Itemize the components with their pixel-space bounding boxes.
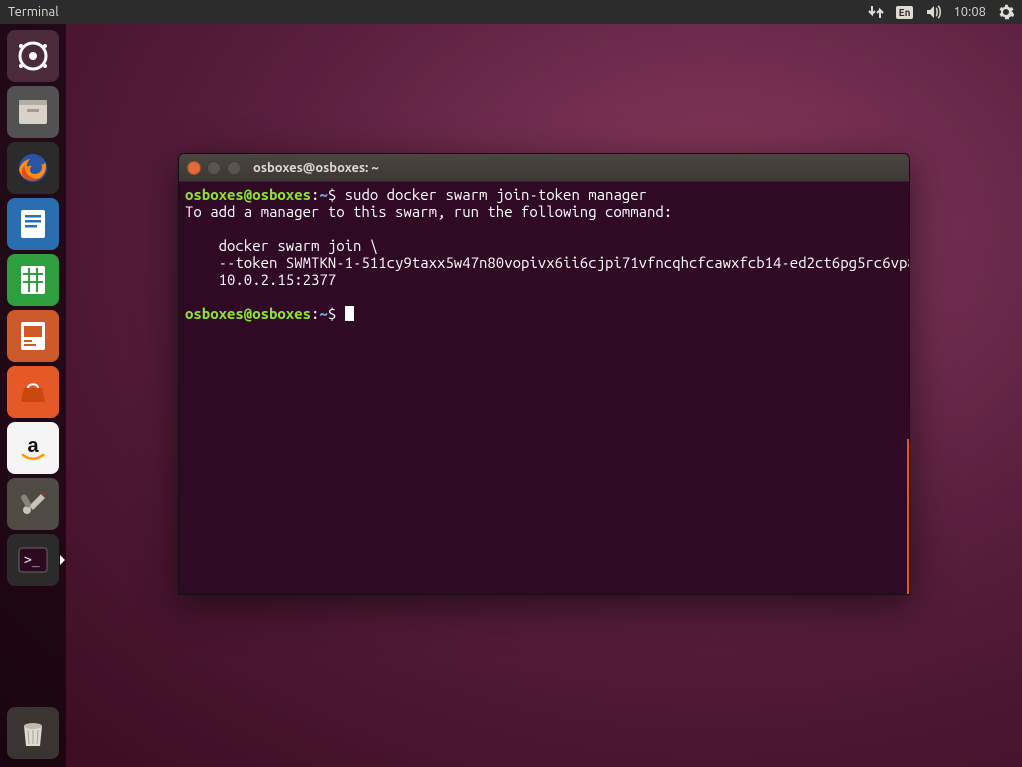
keyboard-layout-indicator[interactable]: En [896,6,914,19]
prompt-user: osboxes@osboxes [185,186,311,203]
launcher-trash[interactable] [7,707,59,759]
svg-text:a: a [27,435,39,457]
window-minimize-button[interactable] [207,161,221,175]
terminal-titlebar[interactable]: osboxes@osboxes: ~ [179,154,909,182]
terminal-title: osboxes@osboxes: ~ [253,161,379,175]
launcher-impress[interactable] [7,310,59,362]
terminal-output-line: 10.0.2.15:2377 [185,271,336,288]
launcher-settings[interactable] [7,478,59,530]
terminal-accent-border [907,439,909,594]
launcher-terminal[interactable]: >_ [7,534,59,586]
prompt-user: osboxes@osboxes [185,305,311,322]
launcher-dash[interactable] [7,30,59,82]
launcher-firefox[interactable] [7,142,59,194]
keyboard-layout-label: En [896,6,914,19]
terminal-command: sudo docker swarm join-token manager [345,186,647,203]
launcher-writer[interactable] [7,198,59,250]
launcher-amazon[interactable]: a [7,422,59,474]
launcher-software[interactable] [7,366,59,418]
terminal-body[interactable]: osboxes@osboxes:~$ sudo docker swarm joi… [179,182,909,594]
clock[interactable]: 10:08 [953,5,986,19]
window-maximize-button[interactable] [227,161,241,175]
svg-text:>_: >_ [24,553,40,568]
network-indicator-icon[interactable] [868,4,884,20]
launcher-files[interactable] [7,86,59,138]
active-app-label: Terminal [8,5,59,19]
sound-indicator-icon[interactable] [925,4,941,20]
terminal-output-line: To add a manager to this swarm, run the … [185,203,672,220]
window-close-button[interactable] [187,161,201,175]
prompt-path: ~ [319,186,327,203]
terminal-window[interactable]: osboxes@osboxes: ~ osboxes@osboxes:~$ su… [178,153,910,595]
unity-launcher: a >_ [0,24,66,767]
terminal-cursor [345,306,354,321]
top-menubar: Terminal En 10:08 [0,0,1022,24]
terminal-output-line: --token SWMTKN-1-511cy9taxx5w47n80vopivx… [185,254,909,271]
session-gear-icon[interactable] [998,4,1014,20]
terminal-output-line: docker swarm join \ [185,237,378,254]
prompt-path: ~ [319,305,327,322]
launcher-calc[interactable] [7,254,59,306]
